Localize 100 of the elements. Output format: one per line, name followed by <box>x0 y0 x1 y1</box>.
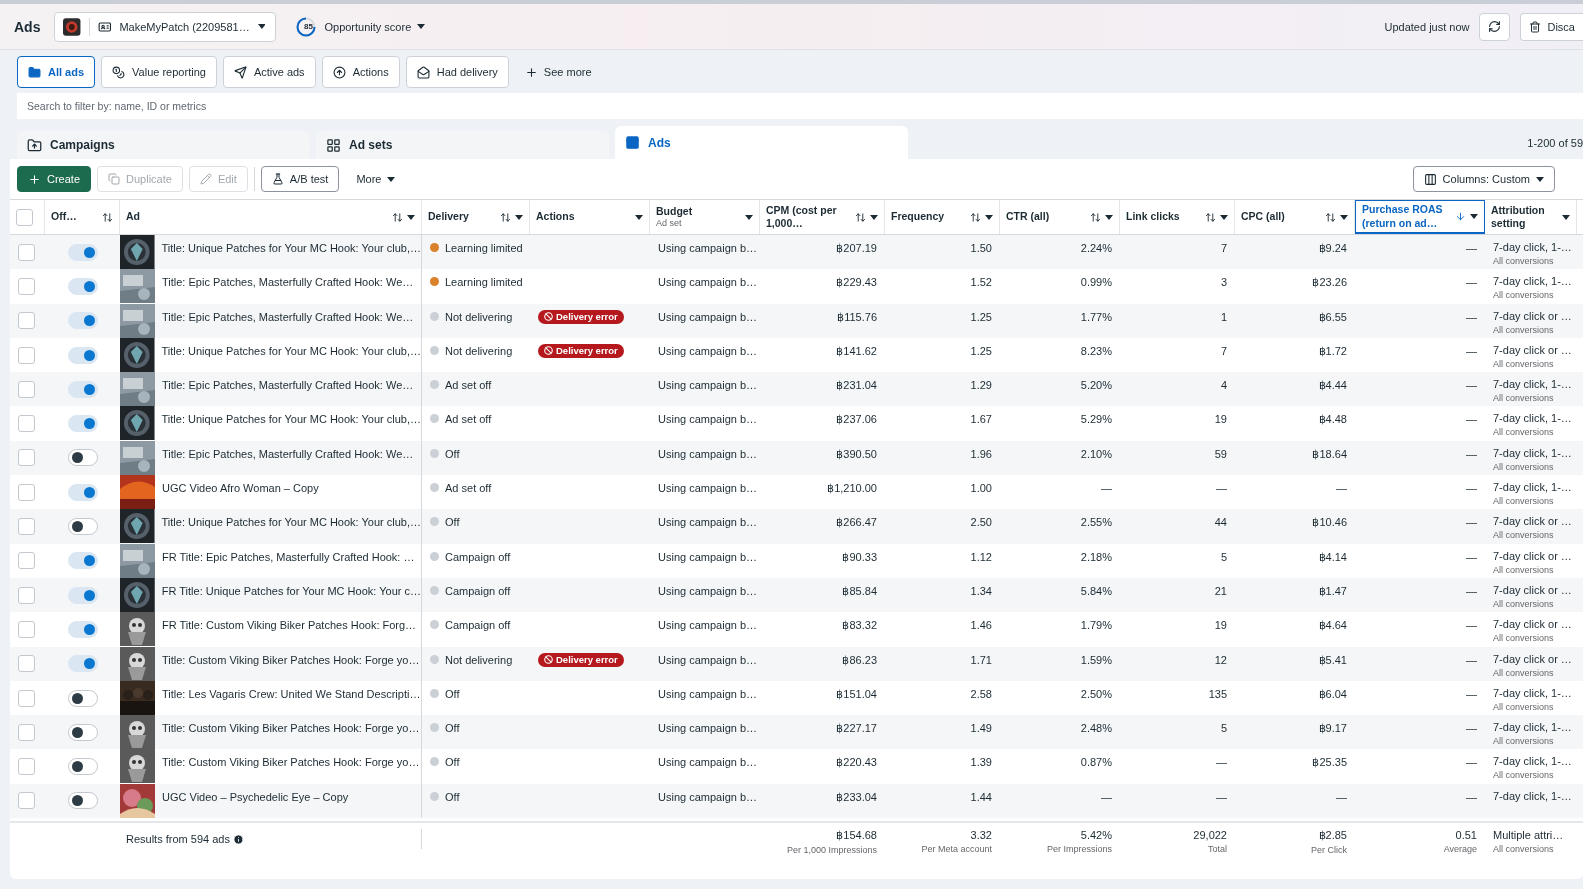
filter-chip[interactable]: Active ads <box>222 56 316 88</box>
info-icon[interactable] <box>232 833 244 845</box>
discard-button[interactable]: Disca <box>1520 12 1583 41</box>
column-header[interactable]: Attribution setting <box>1491 203 1558 231</box>
ad-name[interactable]: Title: Unique Patches for Your MC Hook: Your club,… <box>161 509 421 529</box>
delivery-status: Not delivering <box>445 344 513 357</box>
toggle-switch[interactable] <box>67 655 98 673</box>
toggle-switch[interactable] <box>67 483 98 501</box>
metric-cell: 2.55% <box>1080 516 1112 529</box>
column-header[interactable]: Off… <box>51 210 98 224</box>
select-all-checkbox[interactable] <box>16 208 33 226</box>
row-checkbox[interactable] <box>18 243 35 261</box>
toggle-switch[interactable] <box>67 586 98 604</box>
sort-icon[interactable] <box>392 211 403 223</box>
ad-name[interactable]: Title: Epic Patches, Masterfully Crafted Hook: We… <box>162 440 414 460</box>
opportunity-score[interactable]: 85 Opportunity score <box>286 16 436 37</box>
toggle-switch[interactable] <box>67 758 98 776</box>
attribution-cell: 7-day click or … <box>1493 309 1572 322</box>
toggle-switch[interactable] <box>67 689 98 707</box>
toggle-switch[interactable] <box>67 380 98 398</box>
row-checkbox[interactable] <box>18 689 35 707</box>
column-header[interactable]: CTR (all) <box>1006 210 1086 224</box>
sort-icon[interactable] <box>970 211 981 223</box>
level-tab[interactable]: Campaigns <box>17 131 310 159</box>
columns-button[interactable]: Columns: Custom <box>1412 166 1555 192</box>
toggle-switch[interactable] <box>67 723 98 741</box>
total-label: Total <box>1208 844 1227 854</box>
row-checkbox[interactable] <box>18 758 35 776</box>
ad-name[interactable]: Title: Unique Patches for Your MC Hook: Your club,… <box>161 337 421 357</box>
search-field[interactable]: Search to filter by: name, ID or metrics <box>17 93 1583 119</box>
column-header[interactable]: Delivery <box>428 210 496 224</box>
ad-name[interactable]: FR Title: Epic Patches, Masterfully Crafted Hook: … <box>162 543 415 563</box>
row-checkbox[interactable] <box>18 415 35 433</box>
sort-icon[interactable] <box>1325 211 1336 223</box>
arrow-up-circle-icon <box>332 65 346 79</box>
page-title: Ads <box>14 18 41 35</box>
sort-icon[interactable] <box>1205 211 1216 223</box>
row-checkbox[interactable] <box>18 552 35 570</box>
toggle-switch[interactable] <box>67 518 98 535</box>
toggle-switch[interactable] <box>67 552 98 570</box>
ad-name[interactable]: Title: Custom Viking Biker Patches Hook: Forge yo… <box>162 715 420 735</box>
ad-name[interactable]: Title: Epic Patches, Masterfully Crafted Hook: We… <box>162 303 414 323</box>
ad-name[interactable]: Title: Custom Viking Biker Patches Hook: Forge yo… <box>162 646 420 666</box>
row-checkbox[interactable] <box>18 380 35 398</box>
column-header[interactable]: CPM (cost per 1,000… <box>766 203 851 231</box>
sort-down-icon[interactable] <box>1455 211 1466 222</box>
metric-cell: 1.79% <box>1080 619 1112 632</box>
metric-cell: — <box>1466 276 1477 289</box>
ad-name[interactable]: FR Title: Unique Patches for Your MC Hook: Your c… <box>161 577 421 597</box>
ad-name[interactable]: UGC Video – Psychedelic Eye – Copy <box>162 783 349 803</box>
toggle-switch[interactable] <box>67 620 98 638</box>
level-tab[interactable]: Ads <box>615 126 908 159</box>
ad-name[interactable]: Title: Epic Patches, Masterfully Crafted Hook: We… <box>162 372 414 392</box>
refresh-button[interactable] <box>1479 12 1511 41</box>
toggle-switch[interactable] <box>67 346 98 364</box>
row-checkbox[interactable] <box>18 449 35 467</box>
ad-name[interactable]: Title: Custom Viking Biker Patches Hook: Forge yo… <box>162 749 420 769</box>
column-header[interactable]: Frequency <box>891 210 966 224</box>
sort-icon[interactable] <box>1090 211 1101 223</box>
level-tab[interactable]: Ad sets <box>316 131 609 159</box>
column-header[interactable]: Ad <box>126 210 388 224</box>
row-checkbox[interactable] <box>18 518 35 535</box>
filter-chip[interactable]: Had delivery <box>405 56 509 88</box>
column-header[interactable]: CPC (all) <box>1241 210 1321 224</box>
filter-chip[interactable]: Value reporting <box>101 56 217 88</box>
ab-test-button[interactable]: A/B test <box>260 166 340 192</box>
filter-chip[interactable]: Actions <box>321 56 400 88</box>
ad-name[interactable]: Title: Les Vagaris Crew: United We Stand Descripti… <box>162 680 421 700</box>
column-header[interactable]: Link clicks <box>1126 210 1201 224</box>
column-header[interactable]: Actions <box>536 210 631 224</box>
filter-chip[interactable]: All ads <box>17 56 96 88</box>
delivery-status: Campaign off <box>445 584 511 597</box>
ad-name[interactable]: Title: Unique Patches for Your MC Hook: Your club,… <box>161 406 421 426</box>
toggle-switch[interactable] <box>67 792 98 810</box>
row-checkbox[interactable] <box>18 483 35 501</box>
row-checkbox[interactable] <box>18 723 35 741</box>
budget-cell: Using campaign b… <box>658 756 758 769</box>
sort-icon[interactable] <box>500 211 511 223</box>
sort-icon[interactable] <box>102 211 113 223</box>
sort-icon[interactable] <box>855 211 866 223</box>
toggle-switch[interactable] <box>67 415 98 433</box>
row-checkbox[interactable] <box>18 792 35 810</box>
see-more-link[interactable]: See more <box>514 65 602 79</box>
ad-name[interactable]: Title: Unique Patches for Your MC Hook: Your club,… <box>161 235 421 254</box>
ad-name[interactable]: FR Title: Custom Viking Biker Patches Hook: Forg… <box>162 612 417 632</box>
row-checkbox[interactable] <box>18 277 35 295</box>
row-checkbox[interactable] <box>18 586 35 604</box>
row-checkbox[interactable] <box>18 346 35 364</box>
toggle-switch[interactable] <box>67 312 98 330</box>
column-header[interactable]: Budget <box>656 204 741 218</box>
row-checkbox[interactable] <box>18 655 35 673</box>
toggle-switch[interactable] <box>67 449 98 467</box>
toggle-switch[interactable] <box>67 243 98 261</box>
row-checkbox[interactable] <box>18 620 35 638</box>
account-selector[interactable]: MakeMyPatch (2209581… <box>54 11 277 42</box>
create-button[interactable]: Create <box>17 166 92 192</box>
ad-name[interactable]: Title: Epic Patches, Masterfully Crafted Hook: We… <box>162 269 414 289</box>
toggle-switch[interactable] <box>67 277 98 295</box>
ad-name[interactable]: UGC Video Afro Woman – Copy <box>162 475 319 495</box>
row-checkbox[interactable] <box>18 312 35 330</box>
